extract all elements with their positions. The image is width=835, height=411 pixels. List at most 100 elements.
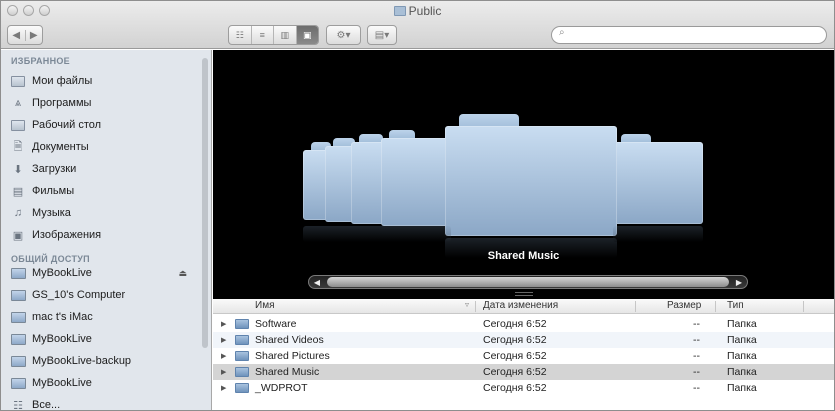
sidebar-item-all-files[interactable]: Мои файлы bbox=[1, 70, 201, 92]
column-separator bbox=[635, 301, 636, 312]
sidebar-item-label: GS_10's Computer bbox=[32, 289, 126, 301]
row-size: -- bbox=[693, 318, 700, 330]
sidebar-item-all[interactable]: ☷ Все... bbox=[1, 394, 201, 411]
row-date: Сегодня 6:52 bbox=[483, 318, 547, 330]
forward-button[interactable]: ▶ bbox=[24, 29, 43, 41]
sidebar: ИЗБРАННОЕ Мои файлы ⩓ Программы Рабочий … bbox=[1, 50, 212, 411]
navigation-buttons: ◀ ▶ bbox=[7, 25, 43, 45]
applications-icon: ⩓ bbox=[14, 96, 22, 109]
search-input[interactable] bbox=[551, 26, 827, 44]
selected-cover-folder-icon[interactable] bbox=[445, 114, 617, 236]
computer-icon bbox=[10, 266, 26, 280]
scroll-left-icon[interactable]: ◀ bbox=[309, 276, 325, 288]
sidebar-item-label: MyBookLive bbox=[32, 333, 92, 345]
action-menu-button[interactable]: ⚙▾ bbox=[326, 25, 361, 45]
movies-icon: ▤ bbox=[12, 185, 24, 198]
window-title: Public bbox=[1, 4, 834, 18]
folder-icon bbox=[235, 319, 249, 329]
row-size: -- bbox=[693, 350, 700, 362]
sidebar-item-mybooklive[interactable]: MyBookLive ⏏ bbox=[1, 262, 201, 284]
disclosure-triangle-icon[interactable]: ▶ bbox=[221, 352, 226, 360]
sidebar-item-music[interactable]: ♫ Музыка bbox=[1, 202, 201, 224]
sidebar-item-documents[interactable]: 🗎 Документы bbox=[1, 136, 201, 158]
row-kind: Папка bbox=[727, 350, 757, 362]
cover-flow: Shared Music ◀ ▶ bbox=[213, 50, 834, 299]
disclosure-triangle-icon[interactable]: ▶ bbox=[221, 368, 226, 376]
column-header-name[interactable]: Имя bbox=[255, 300, 274, 311]
column-header-kind[interactable]: Тип bbox=[727, 300, 744, 311]
computer-icon bbox=[10, 288, 26, 302]
sidebar-item-label: MyBookLive bbox=[32, 267, 92, 279]
row-size: -- bbox=[693, 382, 700, 394]
disclosure-triangle-icon[interactable]: ▶ bbox=[221, 384, 226, 392]
table-row-selected[interactable]: ▶ Shared Music Сегодня 6:52 -- Папка bbox=[213, 364, 834, 380]
table-row[interactable]: ▶ Software Сегодня 6:52 -- Папка bbox=[213, 316, 834, 332]
column-header-size[interactable]: Размер bbox=[667, 300, 701, 311]
table-row[interactable]: ▶ Shared Pictures Сегодня 6:52 -- Папка bbox=[213, 348, 834, 364]
back-button[interactable]: ◀ bbox=[8, 30, 25, 41]
pictures-icon: ▣ bbox=[12, 229, 24, 242]
sidebar-item-applications[interactable]: ⩓ Программы bbox=[1, 92, 201, 114]
list-view-button[interactable]: ≡ bbox=[250, 26, 274, 44]
desktop-icon bbox=[10, 118, 26, 132]
cover-folder-icon[interactable] bbox=[613, 134, 703, 224]
sidebar-item-movies[interactable]: ▤ Фильмы bbox=[1, 180, 201, 202]
reflection bbox=[613, 226, 703, 242]
computer-icon bbox=[10, 332, 26, 346]
table-row[interactable]: ▶ Shared Videos Сегодня 6:52 -- Папка bbox=[213, 332, 834, 348]
folder-icon bbox=[235, 335, 249, 345]
computer-icon bbox=[10, 376, 26, 390]
sidebar-item-label: Музыка bbox=[32, 207, 71, 219]
column-header-date[interactable]: Дата изменения bbox=[483, 300, 558, 311]
sidebar-item-label: Изображения bbox=[32, 229, 102, 241]
sidebar-item-mac-imac[interactable]: mac t's iMac bbox=[1, 306, 201, 328]
all-files-icon bbox=[10, 74, 26, 88]
column-view-button[interactable]: ▥ bbox=[273, 26, 296, 44]
scroll-right-icon[interactable]: ▶ bbox=[731, 276, 747, 288]
file-list: Имя ▿ Дата изменения Размер Тип ▶ Softwa… bbox=[213, 299, 834, 410]
favorites-header: ИЗБРАННОЕ bbox=[11, 56, 70, 66]
music-icon: ♫ bbox=[13, 207, 23, 219]
folder-icon bbox=[393, 6, 406, 16]
sidebar-item-downloads[interactable]: ⬇ Загрузки bbox=[1, 158, 201, 180]
row-kind: Папка bbox=[727, 334, 757, 346]
sidebar-scrollbar[interactable] bbox=[202, 58, 208, 348]
eject-icon[interactable]: ⏏ bbox=[178, 268, 187, 279]
cover-flow-scroll-thumb[interactable] bbox=[327, 277, 729, 287]
sidebar-item-label: MyBookLive bbox=[32, 377, 92, 389]
search-icon: ⌕ bbox=[559, 27, 565, 38]
table-row[interactable]: ▶ _WDPROT Сегодня 6:52 -- Папка bbox=[213, 380, 834, 396]
cover-flow-caption: Shared Music bbox=[487, 250, 560, 262]
sidebar-item-mybooklive-3[interactable]: MyBookLive bbox=[1, 372, 201, 394]
sidebar-item-gs10-computer[interactable]: GS_10's Computer bbox=[1, 284, 201, 306]
sidebar-item-mybooklive-backup[interactable]: MyBookLive-backup bbox=[1, 350, 201, 372]
resize-grip[interactable] bbox=[515, 292, 533, 296]
row-date: Сегодня 6:52 bbox=[483, 382, 547, 394]
column-separator bbox=[715, 301, 716, 312]
sidebar-item-pictures[interactable]: ▣ Изображения bbox=[1, 224, 201, 246]
sidebar-item-mybooklive-2[interactable]: MyBookLive bbox=[1, 328, 201, 350]
row-kind: Папка bbox=[727, 382, 757, 394]
folder-icon bbox=[235, 367, 249, 377]
column-separator bbox=[475, 301, 476, 312]
icon-view-button[interactable]: ☷ bbox=[229, 26, 251, 44]
cover-flow-view-button[interactable]: ▣ bbox=[295, 26, 318, 44]
folder-icon bbox=[235, 351, 249, 361]
window-title-text: Public bbox=[408, 4, 442, 18]
cover-folder-icon[interactable] bbox=[381, 130, 451, 226]
cover-flow-scrollbar[interactable]: ◀ ▶ bbox=[308, 275, 748, 289]
sidebar-item-label: Все... bbox=[32, 399, 61, 411]
disclosure-triangle-icon[interactable]: ▶ bbox=[221, 320, 226, 328]
arrange-menu-button[interactable]: ▤▾ bbox=[367, 25, 397, 45]
row-size: -- bbox=[693, 366, 700, 378]
sidebar-item-desktop[interactable]: Рабочий стол bbox=[1, 114, 201, 136]
finder-window: Public ◀ ▶ ☷ ≡ ▥ ▣ ⚙▾ ▤▾ ⌕ ИЗБРАННОЕ Мои… bbox=[0, 0, 835, 411]
disclosure-triangle-icon[interactable]: ▶ bbox=[221, 336, 226, 344]
row-date: Сегодня 6:52 bbox=[483, 366, 547, 378]
sidebar-item-label: Программы bbox=[32, 97, 92, 109]
row-size: -- bbox=[693, 334, 700, 346]
column-separator bbox=[803, 301, 804, 312]
title-bar: Public ◀ ▶ ☷ ≡ ▥ ▣ ⚙▾ ▤▾ ⌕ bbox=[1, 1, 834, 49]
view-mode-buttons: ☷ ≡ ▥ ▣ bbox=[228, 25, 319, 45]
computer-icon bbox=[10, 310, 26, 324]
